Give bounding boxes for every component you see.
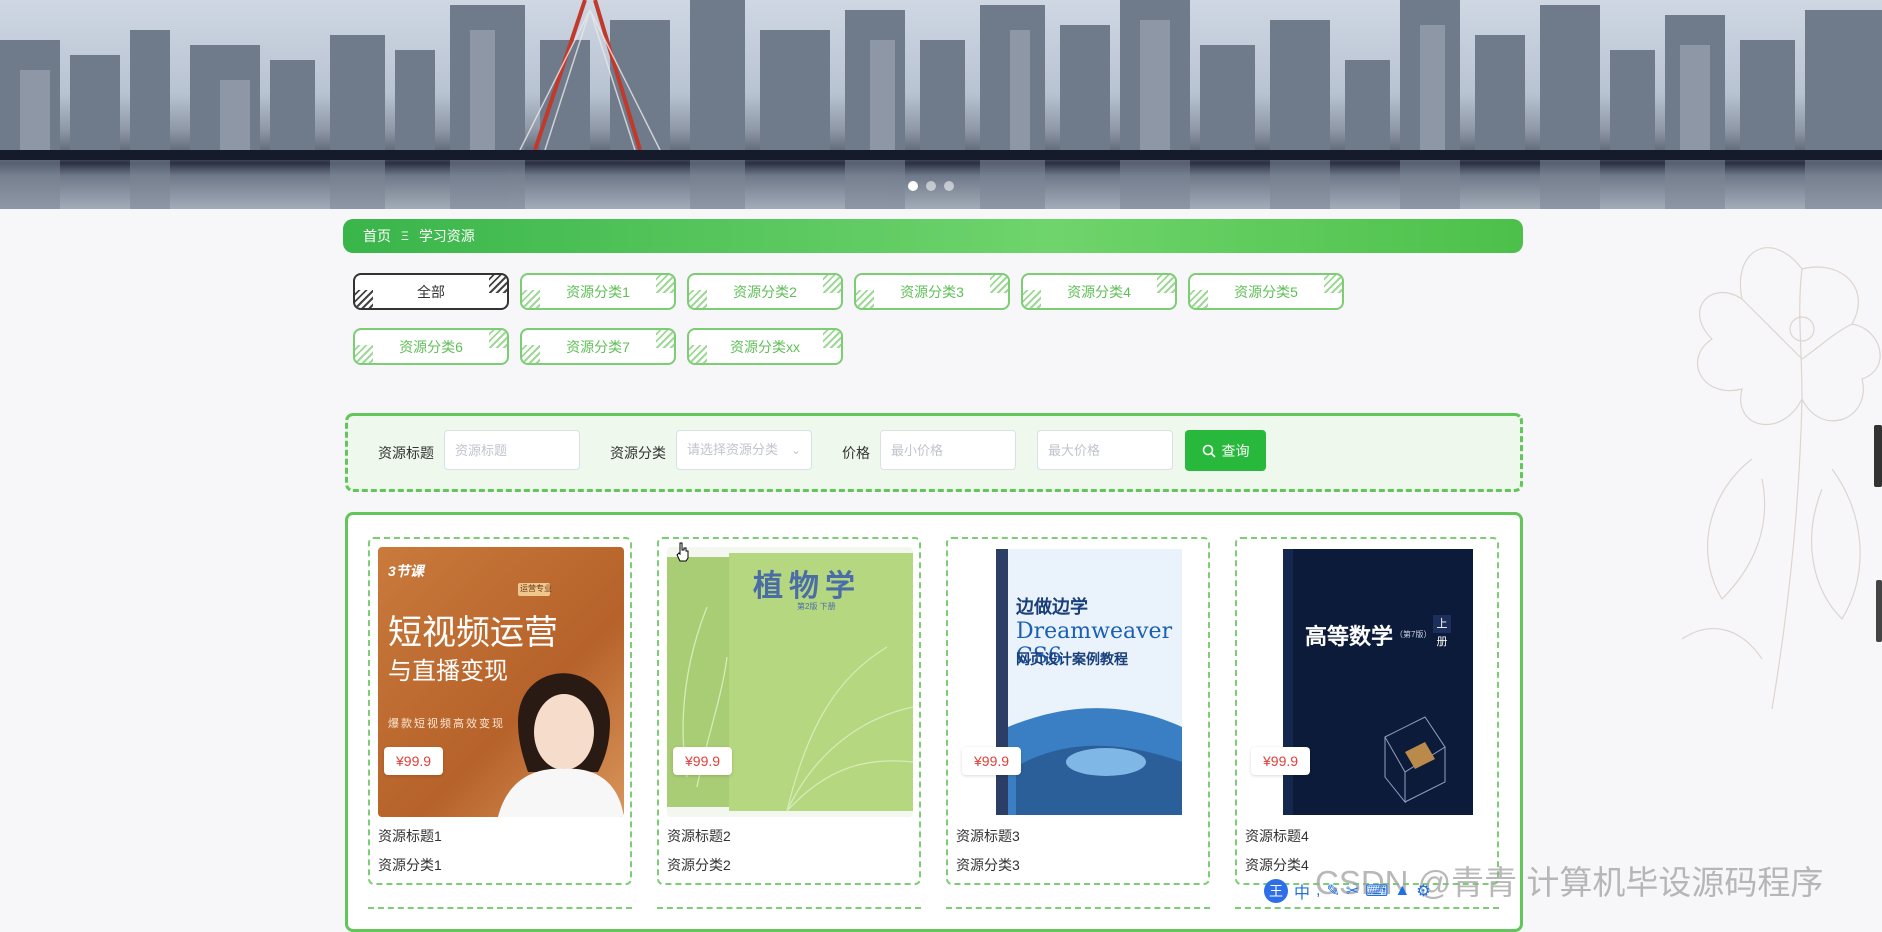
category-tag-all[interactable]: 全部	[353, 273, 509, 310]
query-button-label: 查询	[1221, 442, 1250, 459]
city-skyline-image	[0, 0, 1882, 209]
title-input[interactable]	[444, 430, 580, 470]
cover-headline: 短视频运营	[388, 613, 558, 653]
scrollbar-thumb[interactable]	[1874, 425, 1882, 487]
ime-scissors-icon[interactable]: ✂	[1346, 881, 1359, 901]
category-tag-7[interactable]: 资源分类7	[520, 328, 676, 365]
cover-brand: 3节课	[388, 563, 424, 579]
ime-keyboard-icon[interactable]: ⌨	[1365, 881, 1388, 901]
resource-cover-image[interactable]: 植物学 第2版 下册 ¥99.9	[667, 547, 913, 817]
resource-card-next-row	[657, 907, 921, 929]
flower-sketch-decoration	[1681, 247, 1881, 710]
resource-title[interactable]: 资源标题4	[1245, 826, 1309, 846]
resource-card[interactable]: 植物学 第2版 下册 ¥99.9 资源标题2 资源分类2	[657, 537, 921, 885]
cover-artwork	[1283, 549, 1473, 815]
cover-subtitle: 与直播变现	[388, 658, 508, 685]
price-badge: ¥99.9	[384, 747, 444, 775]
cover-subtitle: 第2版 下册	[797, 602, 836, 611]
resource-title[interactable]: 资源标题1	[378, 826, 442, 846]
price-label: 价格	[842, 445, 870, 461]
carousel-dot-2[interactable]	[926, 181, 936, 191]
category-tag-label: 资源分类xx	[730, 338, 800, 355]
resource-card-next-row	[946, 907, 1210, 929]
resource-cover-image[interactable]: 边做边学 Dreamweaver CS6 网页设计案例教程 ¥99.9	[956, 547, 1202, 817]
search-icon	[1202, 444, 1216, 458]
resource-category: 资源分类3	[956, 857, 1020, 873]
page-scrollbar[interactable]	[1874, 180, 1882, 880]
cover-tagline: 爆款短视频高效变现	[388, 718, 505, 730]
category-tag-label: 资源分类5	[1234, 283, 1298, 300]
breadcrumb: 首页 Ξ 学习资源	[343, 219, 1523, 253]
price-badge: ¥99.9	[673, 747, 733, 775]
category-select[interactable]: 请选择资源分类 ⌄	[676, 430, 812, 470]
category-tag-1[interactable]: 资源分类1	[520, 273, 676, 310]
breadcrumb-separator: Ξ	[401, 229, 409, 243]
breadcrumb-home[interactable]: 首页	[363, 226, 391, 246]
ime-punctuation-icon[interactable]: ,	[1316, 882, 1320, 900]
cover-tagline: 网页设计案例教程	[1016, 651, 1128, 667]
resource-category: 资源分类2	[667, 857, 731, 873]
cover-artwork	[996, 549, 1182, 815]
category-tag-label: 全部	[417, 283, 445, 300]
category-tag-3[interactable]: 资源分类3	[854, 273, 1010, 310]
scrollbar-thumb-secondary[interactable]	[1876, 580, 1882, 642]
cover-headline: 边做边学	[1016, 597, 1088, 617]
category-label: 资源分类	[610, 445, 666, 461]
carousel-dot-1[interactable]	[908, 181, 918, 191]
max-price-input[interactable]	[1037, 430, 1173, 470]
carousel-indicators	[908, 181, 954, 191]
cover-tag: 上册	[1433, 615, 1451, 648]
category-tag-xx[interactable]: 资源分类xx	[687, 328, 843, 365]
category-tag-5[interactable]: 资源分类5	[1188, 273, 1344, 310]
category-select-placeholder: 请选择资源分类	[687, 442, 779, 457]
resource-title[interactable]: 资源标题2	[667, 826, 731, 846]
category-tag-label: 资源分类3	[900, 283, 964, 300]
hand-cursor-icon	[676, 542, 689, 562]
resource-category: 资源分类4	[1245, 857, 1309, 873]
ime-settings-icon[interactable]: ⚙	[1416, 881, 1430, 901]
category-tag-6[interactable]: 资源分类6	[353, 328, 509, 365]
category-tag-label: 资源分类6	[399, 338, 463, 355]
cover-tag: 运营专业	[520, 584, 552, 593]
hero-banner[interactable]	[0, 0, 1882, 209]
category-tag-label: 资源分类7	[566, 338, 630, 355]
resource-card-next-row	[1235, 907, 1499, 929]
resource-category: 资源分类1	[378, 857, 442, 873]
category-tag-label: 资源分类2	[733, 283, 797, 300]
category-tag-label: 资源分类4	[1067, 283, 1131, 300]
ime-pen-icon[interactable]: ✎	[1326, 881, 1339, 901]
ime-skin-icon[interactable]: ▲	[1394, 882, 1410, 900]
resource-cover-image[interactable]: 上册 高等数学 （第7版） ¥99.9	[1245, 547, 1491, 817]
price-badge: ¥99.9	[962, 747, 1022, 775]
price-badge: ¥99.9	[1251, 747, 1311, 775]
category-tag-4[interactable]: 资源分类4	[1021, 273, 1177, 310]
cover-subtitle: （第7版）	[1395, 630, 1432, 639]
title-label: 资源标题	[378, 445, 434, 461]
category-tag-label: 资源分类1	[566, 283, 630, 300]
chevron-down-icon: ⌄	[790, 443, 801, 457]
ime-toolbar: 王 中 , ✎ ✂ ⌨ ▲ ⚙	[1264, 878, 1431, 904]
resource-card[interactable]: 边做边学 Dreamweaver CS6 网页设计案例教程 ¥99.9 资源标题…	[946, 537, 1210, 885]
query-button[interactable]: 查询	[1185, 430, 1266, 471]
carousel-dot-3[interactable]	[944, 181, 954, 191]
resource-title[interactable]: 资源标题3	[956, 826, 1020, 846]
min-price-input[interactable]	[880, 430, 1016, 470]
category-tag-2[interactable]: 资源分类2	[687, 273, 843, 310]
breadcrumb-current: 学习资源	[418, 228, 475, 244]
resource-card[interactable]: 3节课 运营专业 短视频运营 与直播变现 爆款短视频高效变现 ¥99.9 资源标…	[368, 537, 632, 885]
resource-card[interactable]: 上册 高等数学 （第7版） ¥99.9 资源标题4 资源分类4	[1235, 537, 1499, 885]
ime-language-toggle[interactable]: 中	[1294, 879, 1310, 903]
cover-headline: 植物学	[753, 569, 861, 604]
search-panel: 资源标题 资源分类 请选择资源分类 ⌄ 价格 查询	[345, 413, 1523, 492]
cover-headline: 高等数学	[1305, 624, 1394, 649]
resource-cover-image[interactable]: 3节课 运营专业 短视频运营 与直播变现 爆款短视频高效变现 ¥99.9	[378, 547, 624, 817]
resource-card-next-row	[368, 907, 632, 929]
ime-logo-icon[interactable]: 王	[1264, 879, 1288, 903]
